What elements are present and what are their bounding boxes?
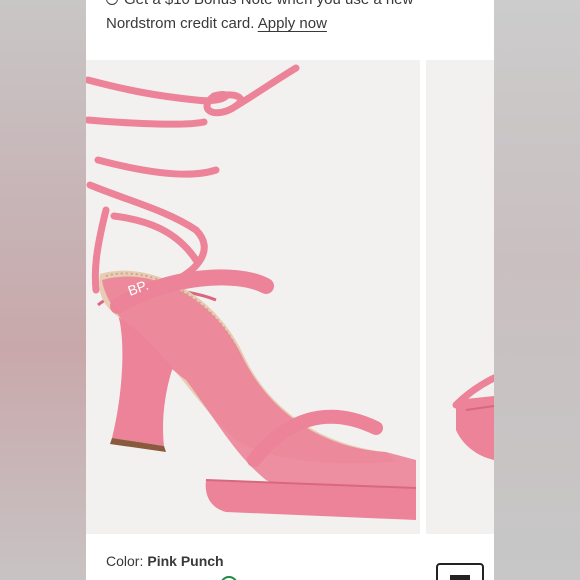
pink-sandal-image-alt (452, 374, 494, 460)
selected-color: Pink Punch (147, 553, 224, 569)
credit-card-promo: Get a $10 Bonus Note when you use a new … (106, 0, 486, 36)
size-icon (450, 575, 470, 580)
apply-now-link[interactable]: Apply now (258, 15, 327, 32)
blurred-background-right (494, 0, 580, 580)
color-swatch[interactable] (220, 576, 238, 580)
product-page: Get a $10 Bonus Note when you use a new … (86, 0, 494, 580)
color-selector-label: Color: Pink Punch (106, 553, 224, 569)
product-image-main[interactable]: BP. (86, 60, 420, 534)
pink-sandal-image: BP. (86, 64, 417, 520)
info-icon (106, 0, 118, 5)
blurred-background-left (0, 0, 86, 580)
size-selector-button[interactable] (436, 563, 484, 580)
promo-line-2: Nordstrom credit card. Apply now (106, 15, 327, 32)
promo-line-1: Get a $10 Bonus Note when you use a new (106, 0, 486, 12)
product-image-next[interactable] (426, 60, 494, 534)
